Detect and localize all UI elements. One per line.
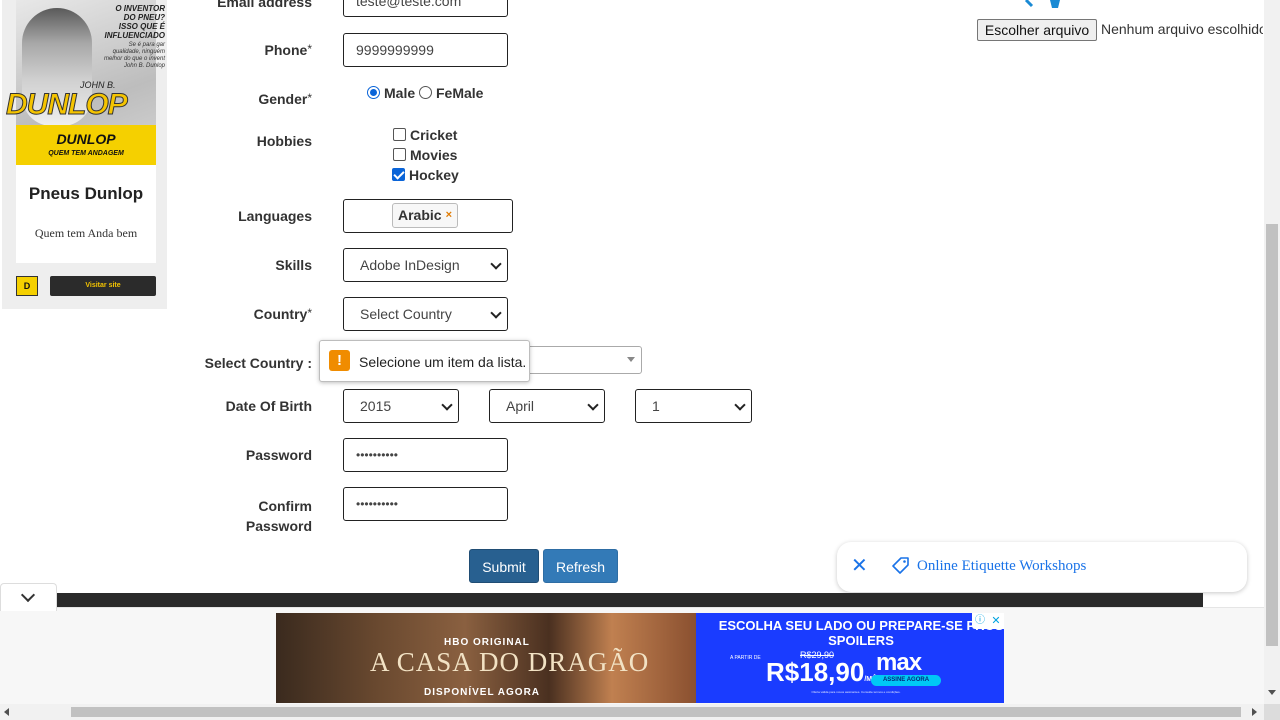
dob-day-select[interactable]: 1: [635, 389, 752, 423]
hobby-cricket-checkbox[interactable]: [393, 128, 406, 141]
hobbies-label: Hobbies: [256, 133, 312, 149]
ad-subscribe-button[interactable]: ASSINE AGORA: [871, 675, 941, 686]
ad-brand-wordmark: DUNLOP: [6, 88, 129, 122]
gender-female-label[interactable]: FeMale: [436, 85, 483, 101]
dob-year-select[interactable]: 2015: [343, 389, 459, 423]
hobby-hockey-checkbox[interactable]: [392, 168, 405, 181]
country-select[interactable]: Select Country: [343, 297, 508, 331]
languages-label: Languages: [238, 208, 312, 224]
scrollbar-corner: [1264, 704, 1280, 720]
horizontal-scroll-thumb[interactable]: [71, 707, 1241, 717]
ad-headline: ESCOLHA SEU LADO OU PREPARE-SE PROS SPOI…: [718, 618, 1004, 648]
skills-select[interactable]: Adobe InDesign: [343, 248, 508, 282]
chevron-down-icon: [490, 258, 502, 270]
email-input[interactable]: teste@teste.com: [343, 0, 508, 17]
ad-fine-print: Oferta válida para novos assinantes. Con…: [811, 690, 901, 694]
ad-brand-logo: DUNLOP: [56, 131, 116, 147]
email-label: Email address: [217, 0, 312, 10]
vertical-scroll-thumb[interactable]: [1266, 224, 1278, 646]
ad-card-title: Pneus Dunlop: [28, 184, 144, 203]
file-status-text: Nenhum arquivo escolhido: [1101, 21, 1263, 37]
ad-slogan: QUEM TEM ANDAGEM: [48, 150, 124, 157]
left-ad-banner[interactable]: O INVENTOR DO PNEU? ISSO QUE É INFLUENCI…: [2, 0, 167, 309]
phone-label: Phone*: [264, 42, 312, 58]
close-ad-icon[interactable]: ✕: [988, 613, 1004, 629]
adchoices-icon[interactable]: ⓘ: [972, 613, 988, 629]
ad-body-text: Se é para gar qualidade, ninguém melhor …: [103, 42, 165, 69]
submit-button[interactable]: Submit: [469, 549, 539, 583]
password-input[interactable]: ••••••••••: [343, 438, 508, 472]
ad-show-title: A CASA DO DRAGÃO: [370, 647, 650, 677]
chevron-down-icon: [20, 587, 36, 603]
chevron-down-icon: [490, 307, 502, 319]
ad-headline: O INVENTOR DO PNEU? ISSO QUE É INFLUENCI…: [104, 4, 165, 40]
chevron-down-icon: [587, 399, 599, 411]
gender-label: Gender*: [258, 91, 312, 107]
skills-selected: Adobe InDesign: [360, 257, 460, 273]
hobby-movies-label[interactable]: Movies: [410, 147, 457, 163]
phone-input[interactable]: 9999999999: [343, 33, 508, 67]
warning-icon: !: [329, 350, 350, 371]
ad-max-logo: max: [876, 649, 922, 676]
hobby-cricket-label[interactable]: Cricket: [410, 127, 457, 143]
promo-toast[interactable]: ✕ Online Etiquette Workshops: [837, 542, 1247, 592]
horizontal-scrollbar[interactable]: [0, 704, 1264, 720]
dob-month-select[interactable]: April: [489, 389, 605, 423]
close-icon[interactable]: ✕: [851, 555, 868, 577]
ad-card-subtitle: Quem tem Anda bem: [34, 226, 138, 240]
password-label: Password: [245, 447, 312, 463]
gender-male-radio[interactable]: [367, 86, 380, 99]
ad-visit-site-button[interactable]: Visitar site: [50, 276, 156, 296]
validation-tooltip: ! Selecione um item da lista.: [319, 340, 530, 382]
dob-label: Date Of Birth: [225, 398, 312, 414]
country-label: Country*: [253, 306, 312, 322]
gender-female-radio[interactable]: [419, 86, 432, 99]
language-tag-arabic: Arabic ×: [392, 203, 459, 228]
scroll-down-arrow-icon[interactable]: [1268, 690, 1276, 695]
footer-bar: [57, 593, 1203, 607]
language-tag-text: Arabic: [398, 207, 442, 223]
country-selected: Select Country: [360, 306, 452, 322]
ad-card: [16, 165, 156, 263]
confirm-password-input[interactable]: ••••••••••: [343, 487, 508, 521]
dob-year-value: 2015: [360, 398, 392, 414]
select-country-label: Select Country :: [204, 355, 312, 371]
hobby-movies-checkbox[interactable]: [393, 148, 406, 161]
dob-month-value: April: [506, 398, 535, 414]
ad-logo-icon: D: [16, 276, 38, 296]
price-tag-icon: [892, 557, 909, 574]
vertical-scrollbar[interactable]: [1264, 0, 1280, 704]
choose-file-button[interactable]: Escolher arquivo: [977, 19, 1097, 41]
hobby-hockey-label[interactable]: Hockey: [409, 167, 459, 183]
collapse-ad-toggle[interactable]: [0, 583, 57, 611]
toast-link[interactable]: Online Etiquette Workshops: [917, 558, 1086, 575]
confirm-password-label: Confirm Password: [245, 498, 312, 534]
ad-from-label: A PARTIR DE: [730, 655, 761, 661]
ad-price: R$18,90/MÊS: [766, 657, 881, 687]
dob-day-value: 1: [652, 398, 660, 414]
ad-available-text: DISPONÍVEL AGORA: [424, 687, 541, 698]
chevron-down-icon: [734, 399, 746, 411]
upload-image-icon: [1024, 0, 1060, 8]
bottom-ad-banner[interactable]: HBO ORIGINAL A CASA DO DRAGÃO DISPONÍVEL…: [276, 613, 1004, 703]
validation-message: Selecione um item da lista.: [359, 354, 527, 370]
chevron-down-icon: [441, 399, 453, 411]
refresh-button[interactable]: Refresh: [543, 549, 618, 583]
scroll-right-arrow-icon[interactable]: [1252, 708, 1257, 716]
remove-tag-icon[interactable]: ×: [446, 209, 452, 221]
gender-male-label[interactable]: Male: [384, 85, 415, 101]
dropdown-arrow-icon: [627, 357, 635, 362]
scroll-left-arrow-icon[interactable]: [4, 708, 9, 716]
skills-label: Skills: [275, 257, 312, 273]
